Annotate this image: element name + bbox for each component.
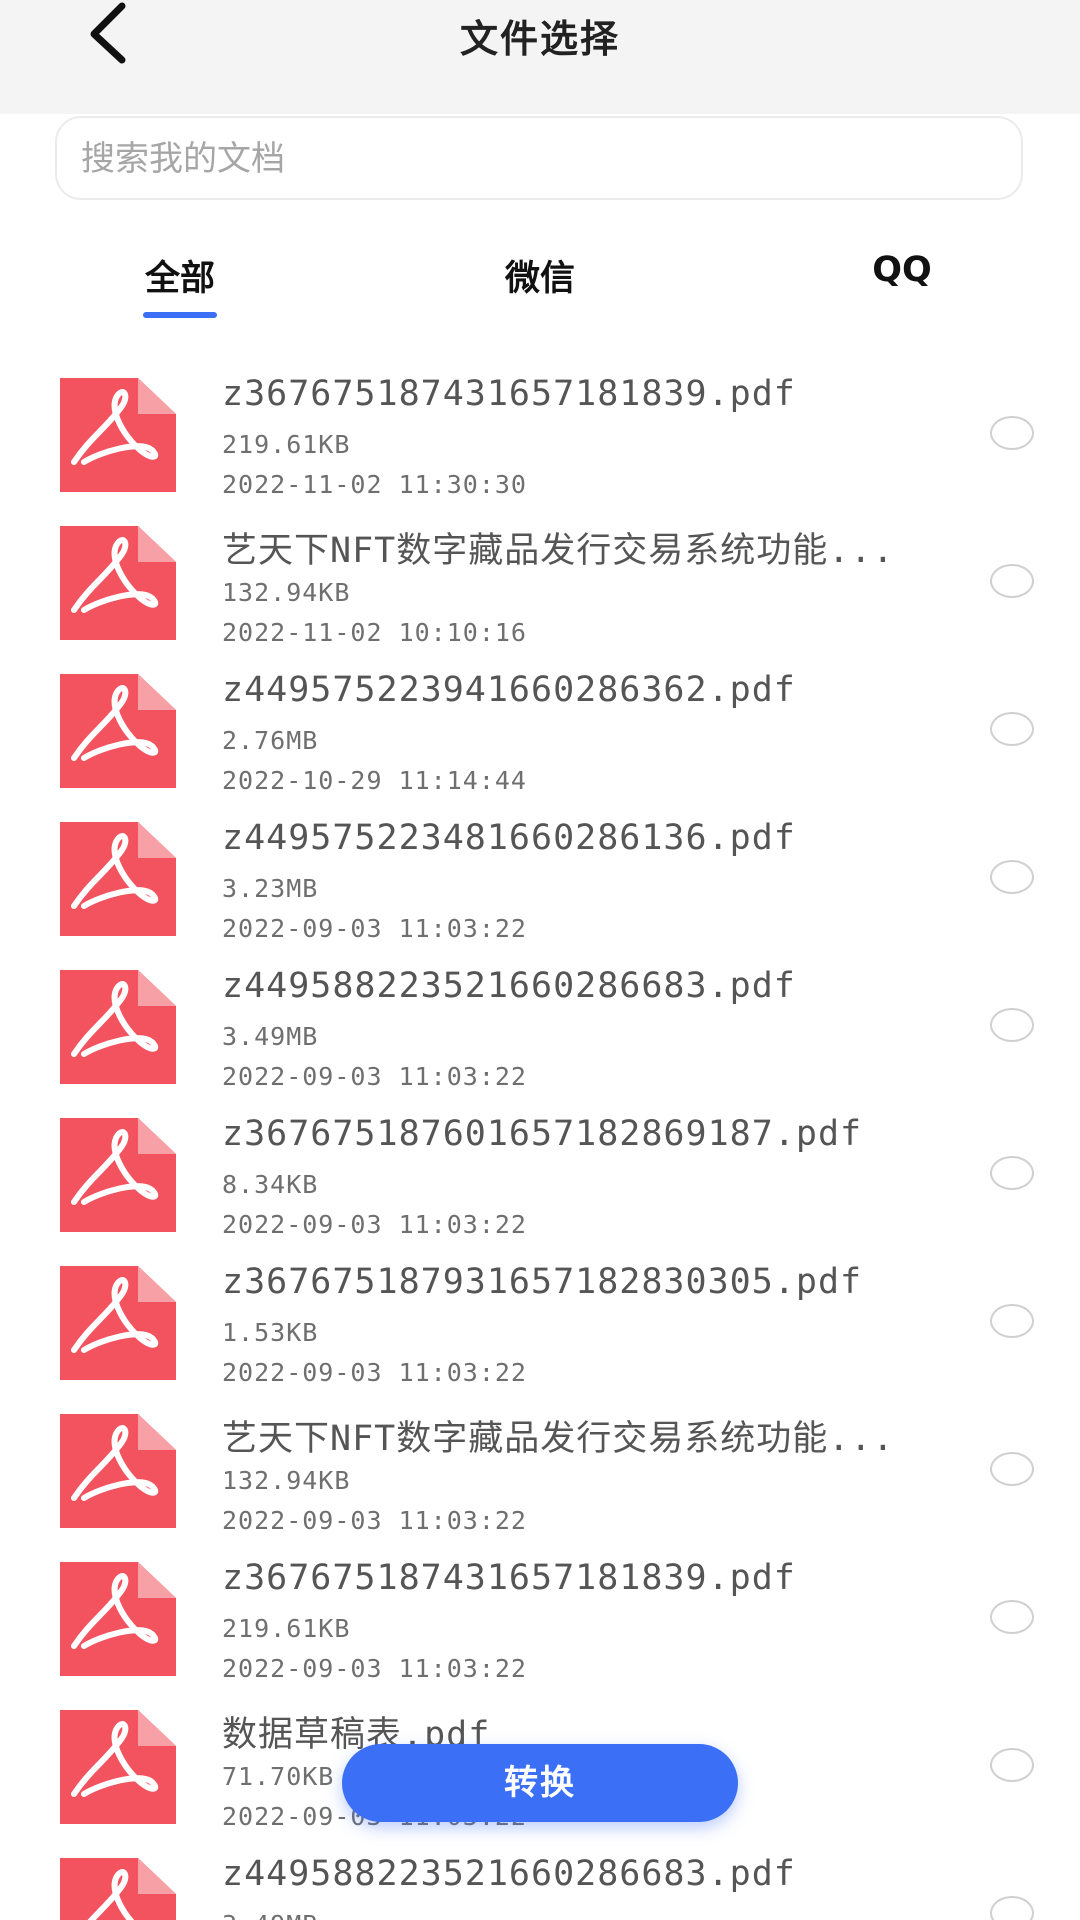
pdf-file-icon	[60, 1414, 176, 1528]
file-name: 艺天下NFT数字藏品发行交易系统功能...	[222, 531, 895, 571]
pdf-file-icon	[60, 1266, 176, 1380]
pdf-file-icon	[60, 1710, 176, 1824]
select-radio[interactable]	[990, 1008, 1034, 1042]
pdf-file-icon	[60, 1858, 176, 1920]
file-date: 2022-11-02 11:30:30	[222, 470, 527, 499]
pdf-file-icon	[60, 674, 176, 788]
file-name: z367675187601657182869187.pdf	[222, 1114, 863, 1154]
file-date: 2022-09-03 11:03:22	[222, 1358, 527, 1387]
pdf-file-icon	[60, 526, 176, 640]
file-date: 2022-09-03 11:03:22	[222, 1654, 527, 1683]
search-box[interactable]	[55, 116, 1023, 200]
file-size: 219.61KB	[222, 1614, 351, 1643]
file-name: 艺天下NFT数字藏品发行交易系统功能...	[222, 1419, 895, 1459]
pdf-file-icon	[60, 1118, 176, 1232]
page-title: 文件选择	[459, 17, 620, 61]
select-radio[interactable]	[990, 712, 1034, 746]
file-list: z367675187431657181839.pdf 219.61KB 2022…	[0, 372, 1080, 1920]
pdf-file-icon	[60, 822, 176, 936]
file-row[interactable]: 艺天下NFT数字藏品发行交易系统功能... 132.94KB 2022-11-0…	[0, 520, 1080, 668]
select-radio[interactable]	[990, 1896, 1034, 1920]
file-size: 3.49MB	[222, 1910, 318, 1920]
select-radio[interactable]	[990, 1156, 1034, 1190]
pdf-file-icon	[60, 1562, 176, 1676]
file-date: 2022-10-29 11:14:44	[222, 766, 527, 795]
file-picker-screen: 文件选择 全部 微信 QQ z367675187431657181839.pdf…	[0, 0, 1080, 1920]
select-radio[interactable]	[990, 564, 1034, 598]
file-row[interactable]: z367675187931657182830305.pdf 1.53KB 202…	[0, 1260, 1080, 1408]
file-row[interactable]: z367675187601657182869187.pdf 8.34KB 202…	[0, 1112, 1080, 1260]
select-radio[interactable]	[990, 1304, 1034, 1338]
file-name: z449588223521660286683.pdf	[222, 966, 796, 1006]
file-row[interactable]: z449575223941660286362.pdf 2.76MB 2022-1…	[0, 668, 1080, 816]
search-input[interactable]	[79, 118, 983, 200]
file-size: 71.70KB	[222, 1762, 335, 1791]
select-radio[interactable]	[990, 1452, 1034, 1486]
tab-wechat[interactable]: 微信	[495, 250, 585, 301]
file-row[interactable]: z449588223521660286683.pdf 3.49MB 2022-0…	[0, 964, 1080, 1112]
file-size: 3.23MB	[222, 874, 319, 903]
header-bar: 文件选择	[0, 0, 1080, 114]
file-date: 2022-09-03 11:03:22	[222, 914, 527, 943]
tab-all[interactable]: 全部	[138, 250, 222, 301]
file-name: z367675187431657181839.pdf	[222, 374, 796, 414]
file-date: 2022-11-02 10:10:16	[222, 618, 527, 647]
pdf-file-icon	[60, 378, 176, 492]
select-radio[interactable]	[990, 1600, 1034, 1634]
tab-bar: 全部 微信 QQ	[0, 250, 1080, 320]
file-row[interactable]: 艺天下NFT数字藏品发行交易系统功能... 132.94KB 2022-09-0…	[0, 1408, 1080, 1556]
file-name: z449588223521660286683.pdf	[222, 1854, 796, 1894]
select-radio[interactable]	[990, 1748, 1034, 1782]
file-name: z367675187931657182830305.pdf	[222, 1262, 863, 1302]
file-size: 219.61KB	[222, 430, 351, 459]
file-size: 8.34KB	[222, 1170, 319, 1199]
file-size: 132.94KB	[222, 1466, 351, 1495]
convert-button[interactable]: 转换	[342, 1744, 738, 1822]
file-row[interactable]: z449575223481660286136.pdf 3.23MB 2022-0…	[0, 816, 1080, 964]
file-size: 1.53KB	[222, 1318, 319, 1347]
select-radio[interactable]	[990, 860, 1034, 894]
file-size: 132.94KB	[222, 578, 351, 607]
file-date: 2022-09-03 11:03:22	[222, 1062, 527, 1091]
pdf-file-icon	[60, 970, 176, 1084]
file-size: 3.49MB	[222, 1022, 319, 1051]
file-size: 2.76MB	[222, 726, 319, 755]
file-name: z449575223941660286362.pdf	[222, 670, 796, 710]
file-row[interactable]: z449588223521660286683.pdf 3.49MB	[0, 1852, 1080, 1920]
file-row[interactable]: z367675187431657181839.pdf 219.61KB 2022…	[0, 372, 1080, 520]
file-name: z449575223481660286136.pdf	[222, 818, 796, 858]
select-radio[interactable]	[990, 416, 1034, 450]
tab-qq[interactable]: QQ	[862, 250, 942, 290]
file-name: z367675187431657181839.pdf	[222, 1558, 796, 1598]
file-date: 2022-09-03 11:03:22	[222, 1506, 527, 1535]
file-row[interactable]: z367675187431657181839.pdf 219.61KB 2022…	[0, 1556, 1080, 1704]
active-tab-indicator	[143, 312, 217, 318]
file-date: 2022-09-03 11:03:22	[222, 1210, 527, 1239]
